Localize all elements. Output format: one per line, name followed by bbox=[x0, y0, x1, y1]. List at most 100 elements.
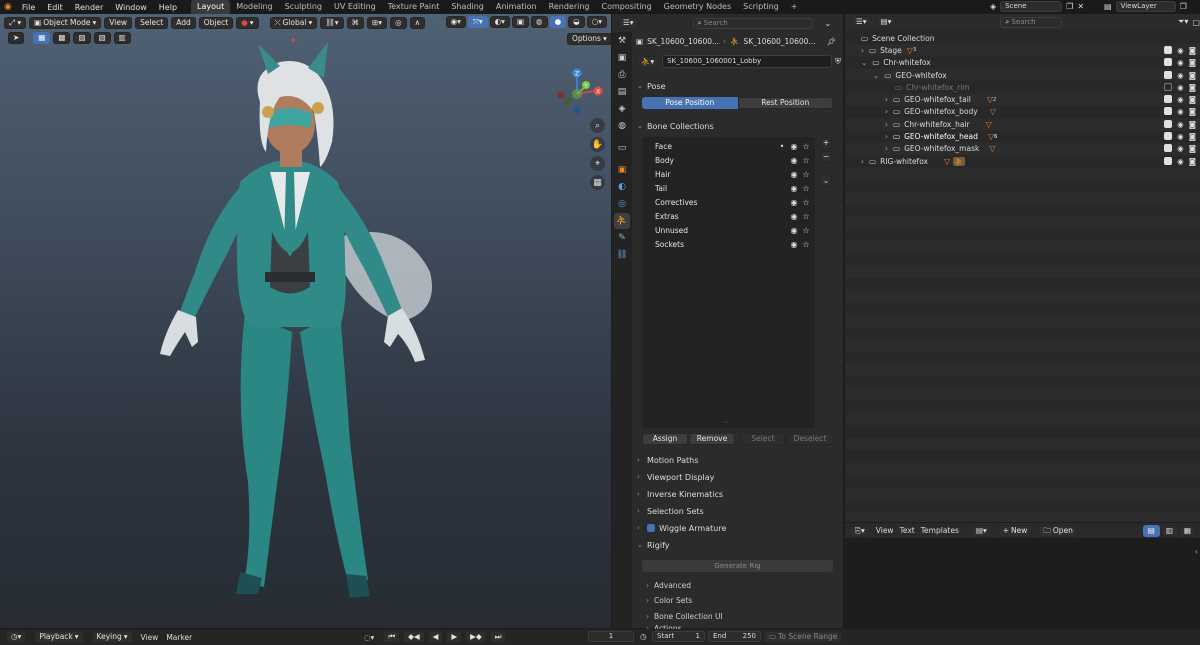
outliner-row-scene-collection[interactable]: ▭ Scene Collection bbox=[845, 32, 1200, 44]
scene-tab-icon[interactable]: ◈ bbox=[614, 101, 630, 117]
syntax-highlight-toggle[interactable]: ▦ bbox=[1178, 525, 1196, 537]
properties-editor-type-button[interactable]: ☰▾ bbox=[618, 17, 639, 29]
eye-icon[interactable]: ◉ bbox=[1177, 58, 1184, 67]
bone-tab-icon[interactable]: ✎ bbox=[614, 230, 630, 246]
new-text-button[interactable]: + New bbox=[997, 524, 1033, 537]
tab-layout[interactable]: Layout bbox=[191, 0, 231, 14]
outliner-row-rig-whitefox[interactable]: › ▭ RIG-whitefox ▽ ⛹ ◉ ◙ bbox=[845, 155, 1200, 167]
eye-icon[interactable]: ◉ bbox=[788, 156, 800, 165]
options-button[interactable]: Options ▾ bbox=[567, 33, 611, 45]
eye-icon[interactable]: ◉ bbox=[1177, 120, 1184, 129]
star-icon[interactable]: ☆ bbox=[800, 170, 812, 179]
copy-view-layer-icon[interactable]: ❐ bbox=[1180, 2, 1187, 11]
tab-shading[interactable]: Shading bbox=[445, 0, 490, 14]
select-button[interactable]: Select bbox=[740, 433, 786, 445]
outliner-row-geo-whitefox-mask[interactable]: › ▭ GEO-whitefox_mask ▽ ◉ ◙ bbox=[845, 143, 1200, 155]
select-box-extend-icon[interactable]: ▩ bbox=[53, 32, 71, 44]
jump-keyframe-forward-icon[interactable]: ▶◆ bbox=[465, 631, 487, 643]
tab-modeling[interactable]: Modeling bbox=[230, 0, 278, 14]
display-mode-button[interactable]: ▤▾ bbox=[875, 16, 897, 28]
menu-object[interactable]: Object bbox=[198, 16, 234, 29]
exclude-checkbox[interactable] bbox=[1164, 119, 1173, 128]
physics-tab-icon[interactable]: ◎ bbox=[614, 196, 630, 212]
output-tab-icon[interactable]: ⎙ bbox=[614, 67, 630, 83]
bone-collection-ui-subpanel-header[interactable]: › Bone Collection UI bbox=[646, 609, 826, 623]
view-layer-icon[interactable]: ▤ bbox=[1104, 2, 1112, 11]
camera-icon[interactable]: ◙ bbox=[1189, 58, 1196, 67]
outliner-search-field[interactable]: ⌕ Search bbox=[1000, 16, 1063, 28]
sidebar-toggle-icon[interactable]: ‹ bbox=[1195, 547, 1198, 556]
camera-icon[interactable]: ◙ bbox=[1189, 157, 1196, 166]
color-sets-subpanel-header[interactable]: › Color Sets bbox=[646, 593, 826, 607]
modifier-tab-icon[interactable]: ◐ bbox=[614, 179, 630, 195]
scene-icon[interactable]: ◈ bbox=[990, 2, 996, 11]
shading-rendered-button[interactable]: ○▾ bbox=[586, 16, 607, 28]
shading-material-button[interactable]: ◒ bbox=[568, 16, 585, 28]
navigation-gizmo[interactable]: Z X Y bbox=[555, 64, 607, 120]
orientation-select[interactable]: ⤫ Global ▾ bbox=[269, 16, 318, 29]
snap-target-button[interactable]: ⊞▾ bbox=[367, 16, 388, 29]
eye-icon[interactable]: ◉ bbox=[788, 212, 800, 221]
exclude-checkbox[interactable] bbox=[1164, 58, 1173, 67]
open-text-button[interactable]: 🗀︎ Open bbox=[1038, 524, 1078, 537]
menu-view[interactable]: View bbox=[104, 16, 133, 29]
zoom-icon[interactable]: ⌕ bbox=[590, 118, 605, 133]
exclude-checkbox[interactable] bbox=[1164, 144, 1173, 153]
armature-name-field[interactable]: SK_10600_1060001_Lobby bbox=[662, 55, 832, 68]
list-item[interactable]: Hair ◉ ☆ bbox=[649, 168, 812, 181]
snap-button[interactable]: ⌘ bbox=[346, 16, 364, 29]
armature-browse-button[interactable]: ⛹▾ bbox=[636, 55, 660, 68]
collection-specials-button[interactable]: ⌄ bbox=[820, 175, 832, 187]
exclude-checkbox[interactable] bbox=[1164, 82, 1173, 91]
exclude-checkbox[interactable] bbox=[1164, 132, 1173, 141]
tab-animation[interactable]: Animation bbox=[490, 0, 543, 14]
list-item[interactable]: Sockets ◉ ☆ bbox=[649, 238, 812, 251]
jump-start-icon[interactable]: ⏮ bbox=[383, 631, 401, 643]
tool-tab-icon[interactable]: ⚒ bbox=[614, 33, 630, 49]
tab-geometry-nodes[interactable]: Geometry Nodes bbox=[658, 0, 737, 14]
star-icon[interactable]: ☆ bbox=[800, 240, 812, 249]
list-item[interactable]: Unnused ◉ ☆ bbox=[649, 224, 812, 237]
camera-icon[interactable]: ◙ bbox=[1189, 132, 1196, 141]
eye-icon[interactable]: ◉ bbox=[1177, 157, 1184, 166]
menu-render[interactable]: Render bbox=[69, 3, 109, 12]
filter-icon[interactable]: ⏷▾ bbox=[1178, 17, 1188, 27]
delete-scene-icon[interactable]: ✕ bbox=[1077, 2, 1084, 11]
eye-icon[interactable]: ◉ bbox=[1177, 132, 1184, 141]
outliner-row-geo-whitefox-head[interactable]: › ▭ GEO-whitefox_head ▽ 6 ◉ ◙ bbox=[845, 130, 1200, 142]
select-box-invert-icon[interactable]: ▧ bbox=[93, 32, 111, 44]
render-tab-icon[interactable]: ▣ bbox=[614, 50, 630, 66]
falloff-button[interactable]: ∧ bbox=[409, 16, 426, 29]
inverse-kinematics-header[interactable]: › Inverse Kinematics bbox=[637, 487, 835, 501]
camera-icon[interactable]: ◙ bbox=[1189, 120, 1196, 129]
camera-icon[interactable]: ◙ bbox=[1189, 46, 1196, 55]
menu-templates[interactable]: Templates bbox=[921, 526, 959, 535]
tab-texture-paint[interactable]: Texture Paint bbox=[382, 0, 446, 14]
menu-text[interactable]: Text bbox=[900, 526, 915, 535]
pivot-button[interactable]: ⛓▾ bbox=[320, 16, 344, 29]
text-browse-button[interactable]: ▤▾ bbox=[970, 524, 992, 537]
assign-button[interactable]: Assign bbox=[642, 433, 688, 445]
armature-data-tab-icon[interactable]: ⛹ bbox=[614, 213, 630, 229]
list-item[interactable]: Tail ◉ ☆ bbox=[649, 182, 812, 195]
tab-scripting[interactable]: Scripting bbox=[737, 0, 785, 14]
add-collection-button[interactable]: + bbox=[820, 137, 832, 149]
select-box-subtract-icon[interactable]: ▨ bbox=[73, 32, 91, 44]
play-icon[interactable]: ▶ bbox=[446, 631, 463, 643]
viewport-display-header[interactable]: › Viewport Display bbox=[637, 470, 835, 484]
view-layer-field[interactable]: ViewLayer bbox=[1115, 1, 1176, 12]
camera-icon[interactable]: ◙ bbox=[1189, 95, 1196, 104]
wiggle-armature-checkbox[interactable] bbox=[647, 524, 655, 532]
pose-panel-header[interactable]: ⌄ Pose bbox=[637, 79, 835, 93]
copy-scene-icon[interactable]: ❐ bbox=[1066, 2, 1073, 11]
select-box-intersect-icon[interactable]: ▥ bbox=[113, 32, 131, 44]
auto-key-icon[interactable]: ◌▾ bbox=[364, 633, 374, 642]
play-reverse-icon[interactable]: ◀ bbox=[427, 631, 444, 643]
editor-type-button[interactable]: ⤢ ▾ bbox=[4, 16, 27, 29]
eye-icon[interactable]: ◉ bbox=[788, 170, 800, 179]
outliner-row-chr-whitefox[interactable]: ⌄ ▭ Chr-whitefox ◉ ◙ bbox=[845, 57, 1200, 69]
selection-sets-header[interactable]: › Selection Sets bbox=[637, 504, 835, 518]
camera-icon[interactable]: ◙ bbox=[1189, 144, 1196, 153]
remove-button[interactable]: Remove bbox=[689, 433, 735, 445]
view-layer-tab-icon[interactable]: ▤ bbox=[614, 84, 630, 100]
